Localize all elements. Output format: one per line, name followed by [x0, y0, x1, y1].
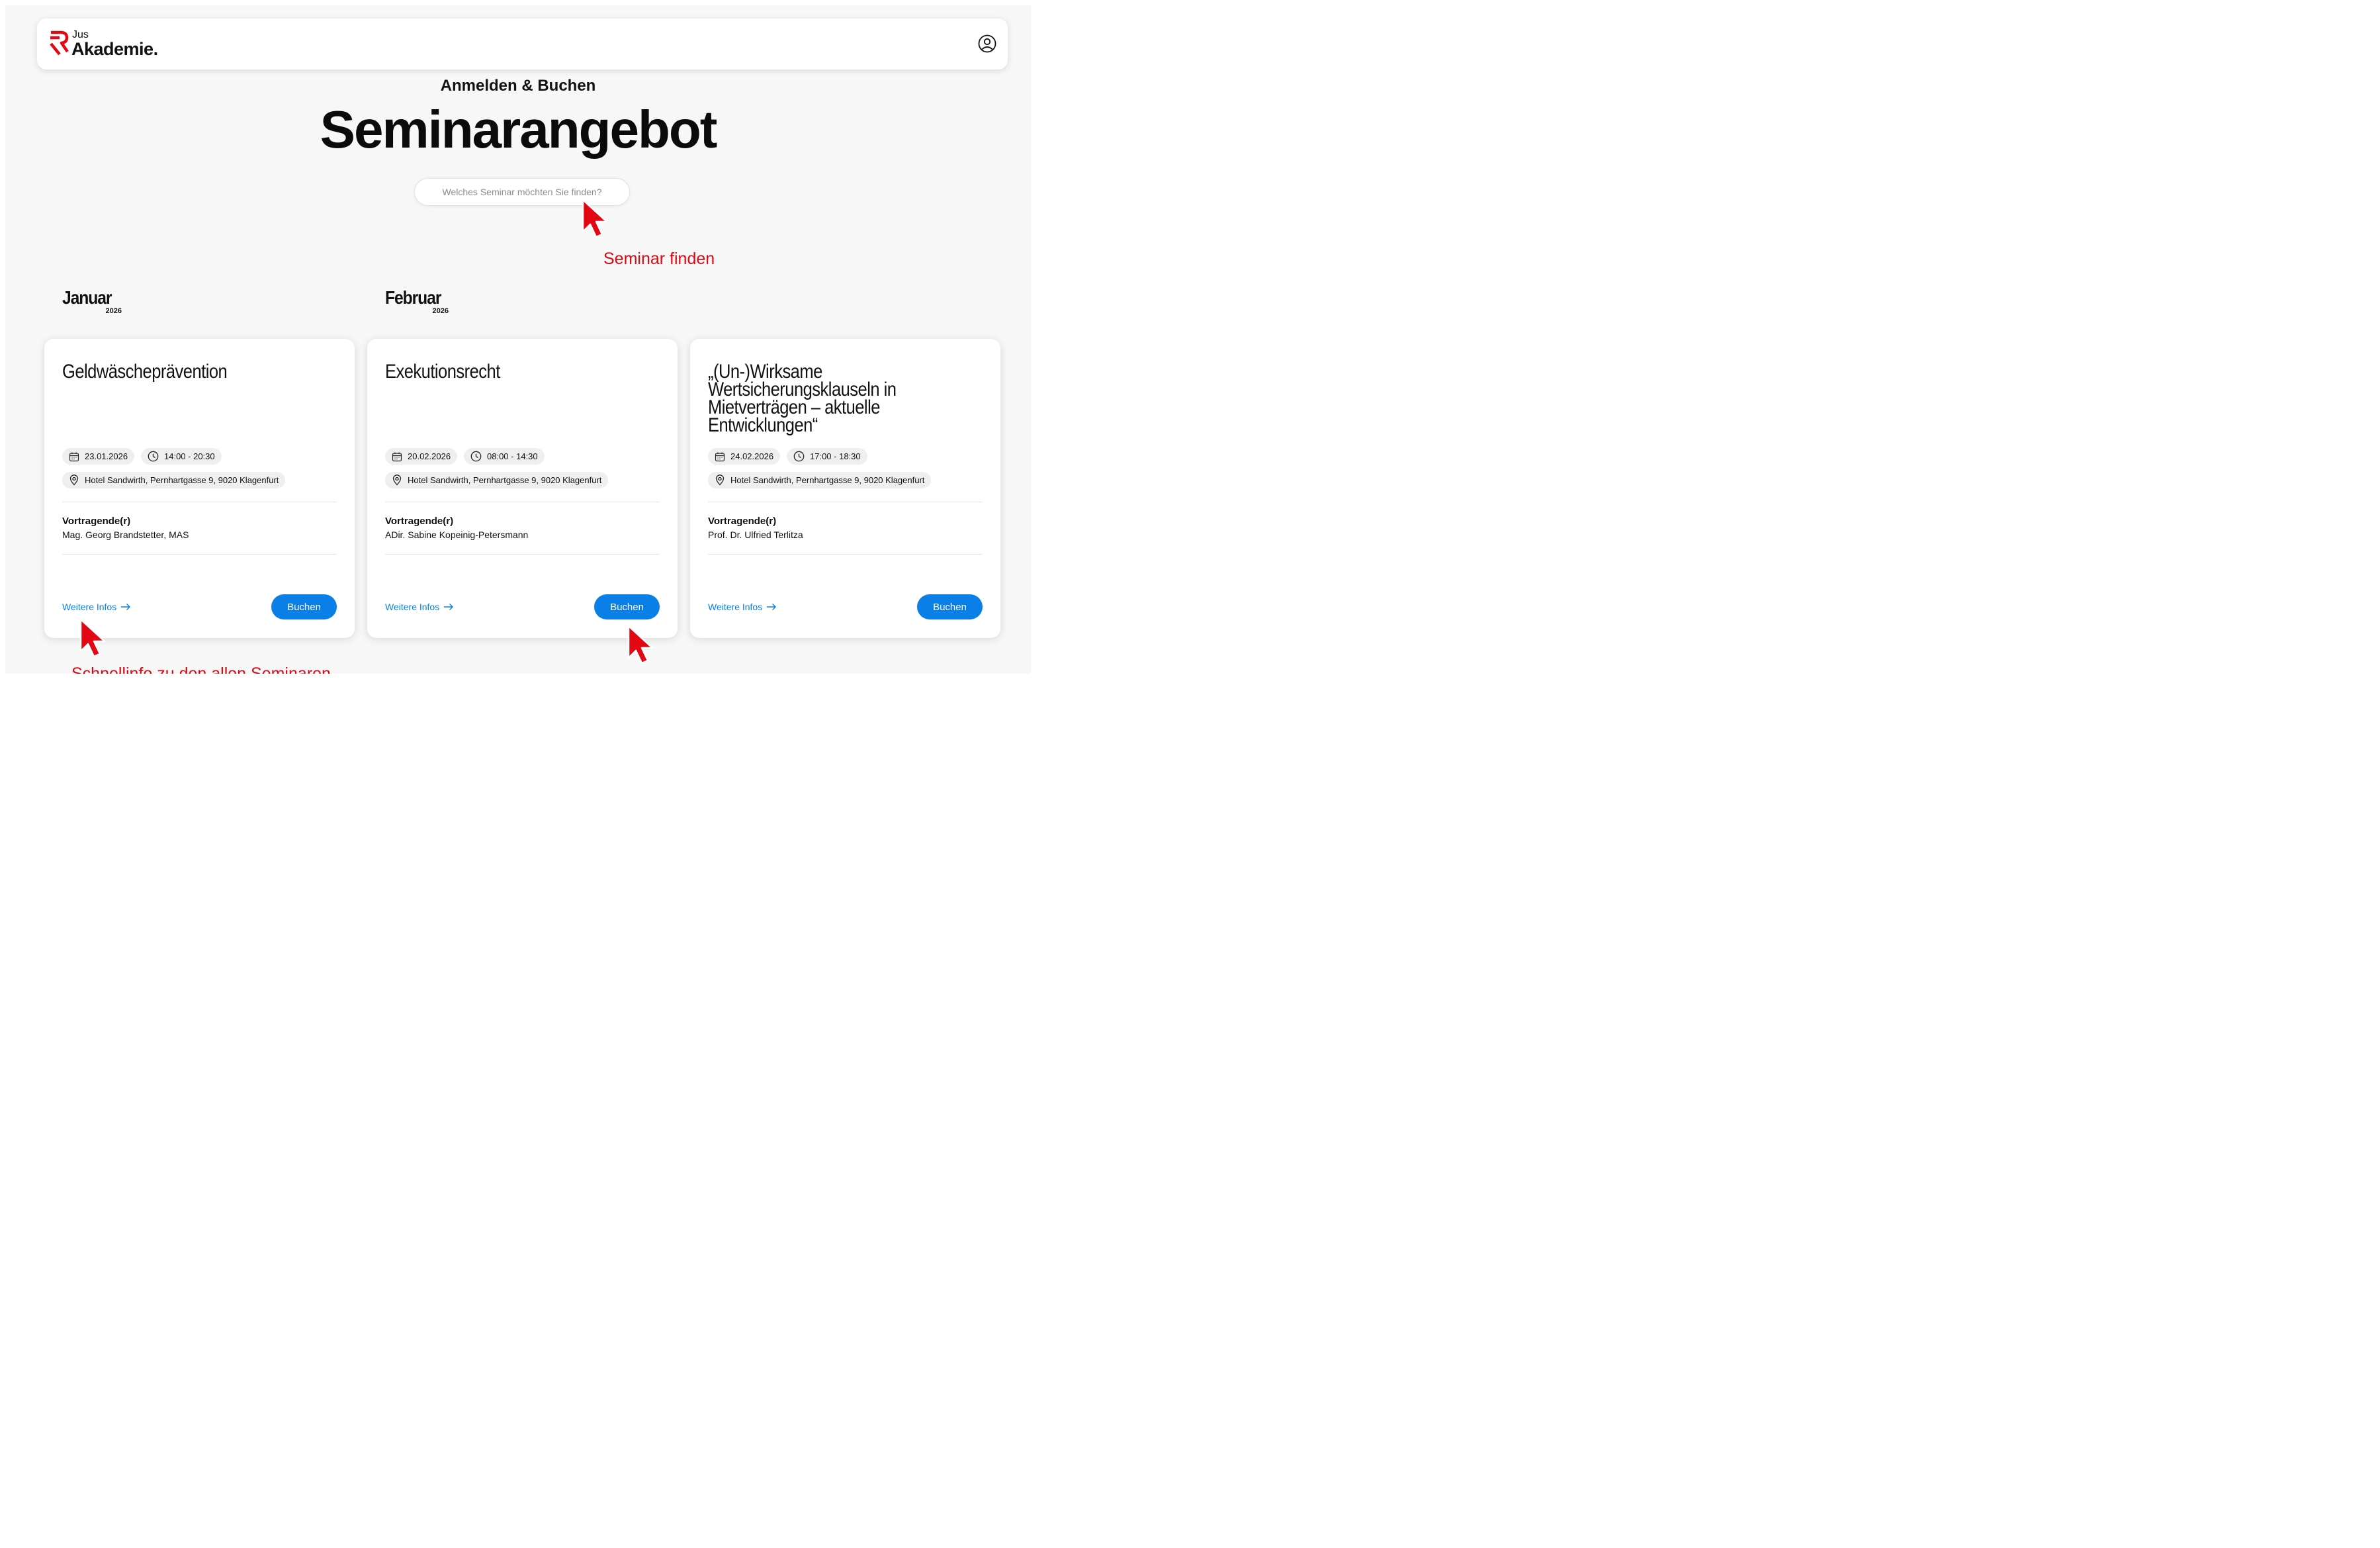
arrow-right-icon [444, 604, 454, 610]
clock-icon [148, 451, 159, 462]
divider [385, 554, 660, 555]
time-text: 14:00 - 20:30 [164, 451, 215, 461]
month-heading-januar: Januar 2026 [62, 287, 122, 316]
seminar-card: Exekutionsrecht 20.02.2026 08:00 - 14:30… [367, 339, 678, 638]
more-info-label: Weitere Infos [385, 602, 440, 612]
annotation-seminar-finden: Seminar finden [603, 250, 715, 268]
calendar-icon [392, 452, 402, 461]
time-pill: 08:00 - 14:30 [464, 448, 545, 465]
mouse-pointer-icon [627, 625, 654, 664]
divider [708, 554, 983, 555]
month-name: Februar [385, 287, 441, 308]
date-pill: 23.01.2026 [62, 448, 135, 465]
logo-mark-icon [50, 30, 69, 56]
mouse-pointer-icon [582, 199, 608, 238]
location-text: Hotel Sandwirth, Pernhartgasse 9, 9020 K… [85, 475, 279, 485]
location-pill: Hotel Sandwirth, Pernhartgasse 9, 9020 K… [385, 472, 609, 488]
speaker-label: Vortragende(r) [708, 516, 777, 527]
seminar-title: Geldwäscheprävention [62, 361, 228, 383]
seminar-card: Geldwäscheprävention 23.01.2026 14:00 - … [44, 339, 355, 638]
speaker-name: Prof. Dr. Ulfried Terlitza [708, 529, 803, 540]
speaker-name: ADir. Sabine Kopeinig-Petersmann [385, 529, 529, 540]
seminar-title: „(Un-)Wirksame Wertsicherungsklauseln in… [708, 361, 897, 436]
book-button[interactable]: Buchen [271, 594, 337, 619]
month-heading-februar: Februar 2026 [385, 287, 449, 316]
location-pill: Hotel Sandwirth, Pernhartgasse 9, 9020 K… [62, 472, 286, 488]
more-info-link[interactable]: Weitere Infos [708, 602, 777, 612]
more-info-link[interactable]: Weitere Infos [385, 602, 454, 612]
map-pin-icon [715, 475, 725, 486]
speaker-label: Vortragende(r) [62, 516, 131, 527]
date-text: 23.01.2026 [85, 451, 128, 461]
seminar-card: „(Un-)Wirksame Wertsicherungsklauseln in… [690, 339, 1000, 638]
hero-kicker: Anmelden & Buchen [440, 77, 596, 95]
seminar-title: Exekutionsrecht [385, 361, 500, 383]
page-title: Seminarangebot [320, 100, 718, 159]
mouse-pointer-icon [79, 618, 106, 658]
month-name: Januar [62, 287, 112, 308]
location-pill: Hotel Sandwirth, Pernhartgasse 9, 9020 K… [708, 472, 932, 488]
top-header: Jus Akademie. [37, 19, 1008, 69]
location-text: Hotel Sandwirth, Pernhartgasse 9, 9020 K… [408, 475, 602, 485]
speaker-label: Vortragende(r) [385, 516, 454, 527]
time-pill: 14:00 - 20:30 [141, 448, 222, 465]
location-text: Hotel Sandwirth, Pernhartgasse 9, 9020 K… [730, 475, 925, 485]
book-button[interactable]: Buchen [917, 594, 983, 619]
month-year: 2026 [105, 307, 122, 315]
date-pill: 20.02.2026 [385, 448, 458, 465]
logo-text-large: Akademie. [71, 39, 158, 59]
clock-icon [793, 451, 805, 462]
jus-akademie-logo[interactable]: Jus Akademie. [49, 28, 175, 61]
more-info-label: Weitere Infos [708, 602, 763, 612]
user-circle-icon[interactable] [978, 34, 996, 53]
month-year: 2026 [432, 307, 449, 315]
arrow-right-icon [121, 604, 131, 610]
page-canvas: Jus Akademie. Anmelden & Buchen Seminara… [5, 5, 1031, 674]
book-button[interactable]: Buchen [594, 594, 660, 619]
calendar-icon [69, 452, 79, 461]
time-text: 17:00 - 18:30 [810, 451, 861, 461]
date-pill: 24.02.2026 [708, 448, 781, 465]
arrow-right-icon [767, 604, 777, 610]
date-text: 24.02.2026 [730, 451, 774, 461]
time-text: 08:00 - 14:30 [487, 451, 538, 461]
calendar-icon [715, 452, 725, 461]
more-info-link[interactable]: Weitere Infos [62, 602, 131, 612]
divider [62, 554, 337, 555]
time-pill: 17:00 - 18:30 [787, 448, 867, 465]
clock-icon [470, 451, 482, 462]
more-info-label: Weitere Infos [62, 602, 117, 612]
annotation-quick-info: Schnellinfo zu den allen Seminaren [71, 664, 331, 674]
date-text: 20.02.2026 [408, 451, 451, 461]
speaker-name: Mag. Georg Brandstetter, MAS [62, 529, 189, 540]
map-pin-icon [392, 475, 402, 486]
map-pin-icon [69, 475, 79, 486]
